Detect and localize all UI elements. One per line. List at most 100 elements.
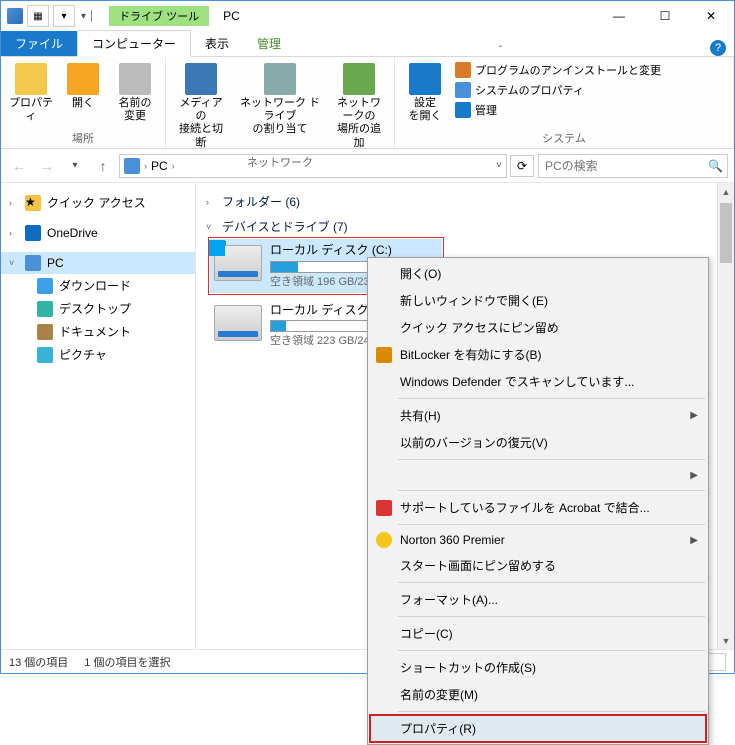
tab-computer[interactable]: コンピューター	[77, 30, 191, 57]
ribbon-properties-button[interactable]: プロパティ	[7, 61, 55, 125]
search-box[interactable]: 🔍	[538, 154, 728, 178]
chevron-right-icon: ▶	[690, 535, 698, 546]
ribbon-sysprop-button[interactable]: システムのプロパティ	[453, 81, 663, 99]
ribbon-uninstall-label: プログラムのアンインストールと変更	[475, 62, 661, 78]
explorer-window: ▦ ▾ ▾ │ ドライブ ツール PC — ☐ ✕ ファイル コンピューター 表…	[0, 0, 735, 674]
nav-desktop[interactable]: デスクトップ	[1, 297, 195, 320]
nav-onedrive-label: OneDrive	[47, 226, 98, 240]
section-folders[interactable]: › フォルダー (6)	[206, 189, 734, 214]
tab-manage[interactable]: 管理	[243, 31, 295, 56]
address-bar[interactable]: › PC › ˅	[119, 154, 507, 178]
breadcrumb-pc[interactable]: PC	[151, 159, 168, 173]
help-icon[interactable]: ?	[710, 40, 726, 56]
cm-properties[interactable]: プロパティ(R)	[370, 715, 706, 742]
scroll-thumb[interactable]	[720, 203, 732, 263]
cm-rename[interactable]: 名前の変更(M)	[370, 681, 706, 708]
downloads-icon	[37, 278, 53, 294]
ribbon-map-drive-button[interactable]: ネットワーク ドライブ の割り当て	[234, 61, 326, 152]
close-button[interactable]: ✕	[688, 1, 734, 31]
ribbon-settings-button[interactable]: 設定 を開く	[401, 61, 449, 125]
tab-view[interactable]: 表示	[191, 31, 243, 56]
nav-pc[interactable]: ˅ PC	[1, 252, 195, 274]
section-devices[interactable]: ˅ デバイスとドライブ (7)	[206, 214, 734, 239]
ribbon-open-label: 開く	[72, 97, 94, 110]
ribbon-settings-label: 設定 を開く	[409, 97, 442, 123]
qat-properties-button[interactable]: ▦	[27, 5, 49, 27]
cm-share-label: 共有(H)	[400, 407, 441, 424]
nav-downloads[interactable]: ダウンロード	[1, 274, 195, 297]
cm-sep-7	[398, 650, 705, 651]
cm-pin-quick-access[interactable]: クイック アクセスにピン留め	[370, 314, 706, 341]
cm-sep-5	[398, 582, 705, 583]
rename-icon	[119, 63, 151, 95]
ribbon-manage-button[interactable]: 管理	[453, 101, 663, 119]
cm-pin-start[interactable]: スタート画面にピン留めする	[370, 552, 706, 579]
nav-pictures-label: ピクチャ	[59, 346, 107, 363]
nav-quick-access[interactable]: › ★ クイック アクセス	[1, 191, 195, 214]
cm-pin-quick-label: クイック アクセスにピン留め	[400, 319, 559, 336]
cm-open-new-window[interactable]: 新しいウィンドウで開く(E)	[370, 287, 706, 314]
content-scrollbar[interactable]: ▲ ▼	[717, 183, 734, 649]
ribbon-manage-label: 管理	[475, 102, 497, 118]
pictures-icon	[37, 347, 53, 363]
search-input[interactable]	[543, 158, 704, 174]
bitlocker-icon	[376, 347, 392, 363]
tab-file[interactable]: ファイル	[1, 31, 77, 56]
ribbon-group-network: メディアの 接続と切断 ネットワーク ドライブ の割り当て ネットワークの 場所…	[166, 57, 395, 148]
nav-documents-label: ドキュメント	[59, 323, 131, 340]
ribbon-collapse-caret[interactable]: ˆ	[499, 45, 502, 56]
scroll-down-button[interactable]: ▼	[718, 632, 734, 649]
cm-new-window-label: 新しいウィンドウで開く(E)	[400, 292, 548, 309]
ribbon-add-location-label: ネットワークの 場所の追加	[332, 97, 386, 150]
ribbon: プロパティ 開く 名前の 変更 場所 メディアの 接続と切断	[1, 57, 734, 149]
ribbon-group-location: プロパティ 開く 名前の 変更 場所	[1, 57, 166, 148]
address-dropdown-button[interactable]: ˅	[496, 160, 502, 171]
nav-pictures[interactable]: ピクチャ	[1, 343, 195, 366]
cm-sep-8	[398, 711, 705, 712]
qat-overflow[interactable]: ▾ │	[79, 11, 97, 22]
cm-format-label: フォーマット(A)...	[400, 591, 498, 608]
cm-norton[interactable]: Norton 360 Premier ▶	[370, 528, 706, 552]
ribbon-group-system-label: システム	[401, 128, 727, 148]
media-icon	[185, 63, 217, 95]
ribbon-group-location-label: 場所	[7, 128, 159, 148]
contextual-tab-label: ドライブ ツール	[109, 6, 209, 26]
refresh-button[interactable]: ⟳	[510, 155, 534, 177]
ribbon-add-location-button[interactable]: ネットワークの 場所の追加	[330, 61, 388, 152]
cm-defender-scan[interactable]: Windows Defender でスキャンしています...	[370, 368, 706, 395]
nav-back-button[interactable]: ←	[7, 154, 31, 178]
cm-format[interactable]: フォーマット(A)...	[370, 586, 706, 613]
ribbon-rename-button[interactable]: 名前の 変更	[111, 61, 159, 125]
ribbon-group-system: 設定 を開く プログラムのアンインストールと変更 システムのプロパティ 管理	[395, 57, 734, 148]
nav-up-button[interactable]: ↑	[91, 154, 115, 178]
cm-sep-2	[398, 459, 705, 460]
cm-submenu-arrow-row[interactable]: x▶	[370, 463, 706, 487]
minimize-button[interactable]: —	[596, 1, 642, 31]
cm-share[interactable]: 共有(H)▶	[370, 402, 706, 429]
cm-restore-versions[interactable]: 以前のバージョンの復元(V)	[370, 429, 706, 456]
scroll-up-button[interactable]: ▲	[718, 183, 734, 200]
properties-icon	[15, 63, 47, 95]
cm-copy[interactable]: コピー(C)	[370, 620, 706, 647]
ribbon-uninstall-button[interactable]: プログラムのアンインストールと変更	[453, 61, 663, 79]
cm-bitlocker[interactable]: BitLocker を有効にする(B)	[370, 341, 706, 368]
cm-open[interactable]: 開く(O)	[370, 260, 706, 287]
nav-onedrive[interactable]: › OneDrive	[1, 222, 195, 244]
ribbon-open-button[interactable]: 開く	[59, 61, 107, 125]
nav-history-button[interactable]: ▾	[63, 154, 87, 178]
view-tiles-button[interactable]	[706, 653, 726, 671]
nav-forward-button[interactable]: →	[35, 154, 59, 178]
open-folder-icon	[67, 63, 99, 95]
cm-create-shortcut[interactable]: ショートカットの作成(S)	[370, 654, 706, 681]
cm-acrobat-combine[interactable]: サポートしているファイルを Acrobat で結合...	[370, 494, 706, 521]
ribbon-media-button[interactable]: メディアの 接続と切断	[172, 61, 230, 152]
maximize-button[interactable]: ☐	[642, 1, 688, 31]
ribbon-media-label: メディアの 接続と切断	[174, 97, 228, 150]
qat-new-folder-button[interactable]: ▾	[53, 5, 75, 27]
nav-downloads-label: ダウンロード	[59, 277, 131, 294]
cm-properties-label: プロパティ(R)	[400, 720, 476, 737]
manage-icon	[455, 102, 471, 118]
nav-documents[interactable]: ドキュメント	[1, 320, 195, 343]
map-drive-icon	[264, 63, 296, 95]
drive-c-icon	[214, 245, 262, 281]
